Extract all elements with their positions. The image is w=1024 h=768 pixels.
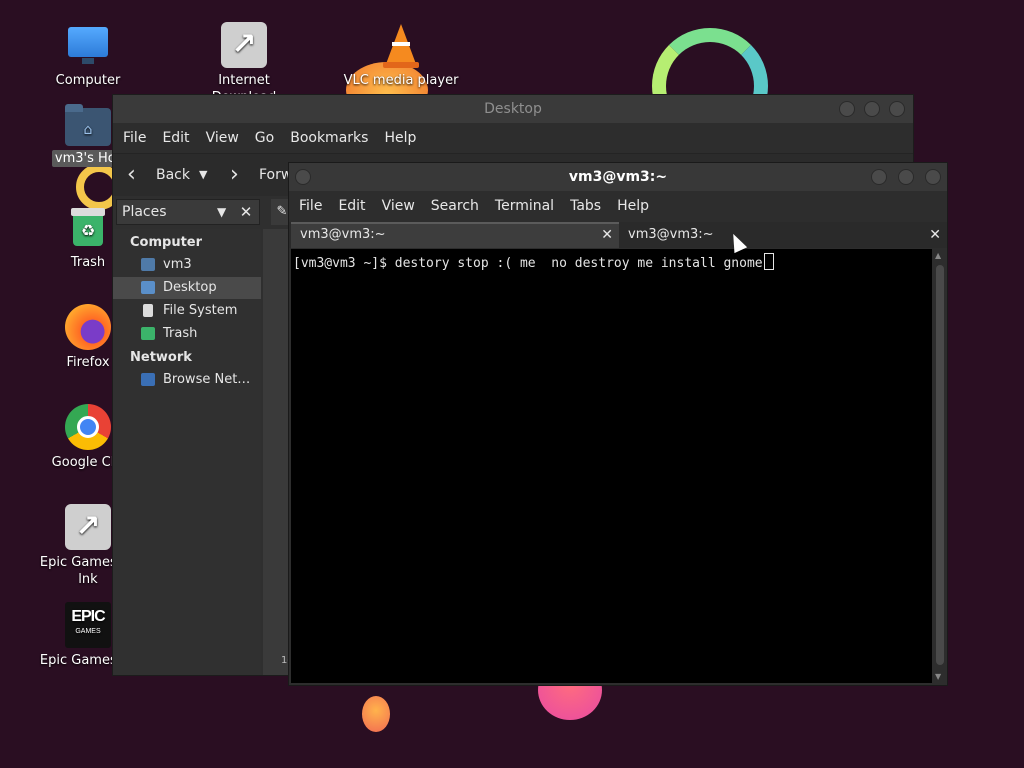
shortcut-arrow-icon: ↗ xyxy=(65,504,111,550)
chrome-icon xyxy=(65,404,111,450)
places-sidebar: Computer vm3 Desktop File System Trash N… xyxy=(113,229,261,675)
menu-tabs[interactable]: Tabs xyxy=(562,191,609,221)
sidebar-item-vm3[interactable]: vm3 xyxy=(113,254,261,276)
shortcut-arrow-icon: ↗ xyxy=(221,22,267,68)
sidebar-item-label: File System xyxy=(163,303,238,318)
console-line: [vm3@vm3 ~]$ destory stop :( me no destr… xyxy=(293,253,774,271)
close-button[interactable] xyxy=(889,101,905,117)
menu-go[interactable]: Go xyxy=(247,123,282,153)
menu-edit[interactable]: Edit xyxy=(330,191,373,221)
tab-close-icon[interactable]: ✕ xyxy=(929,222,941,248)
wallpaper-blob xyxy=(362,696,390,732)
chevron-down-icon: ▼ xyxy=(217,205,227,219)
tab-label: vm3@vm3:~ xyxy=(628,227,714,242)
terminal-console[interactable]: [vm3@vm3 ~]$ destory stop :( me no destr… xyxy=(291,249,932,683)
sidebar-group-network: Network xyxy=(130,350,192,365)
sidebar-item-label: vm3 xyxy=(163,257,192,272)
terminal-tab-bar: vm3@vm3:~ ✕ vm3@vm3:~ ✕ xyxy=(289,222,947,248)
scrollbar-thumb[interactable] xyxy=(936,265,944,665)
home-folder-icon xyxy=(141,258,155,271)
sidebar-item-label: Trash xyxy=(163,326,198,341)
menu-view[interactable]: View xyxy=(198,123,247,153)
terminal-titlebar[interactable]: vm3@vm3:~ xyxy=(289,163,947,191)
vlc-cone-icon xyxy=(378,22,424,68)
window-menu-button[interactable] xyxy=(295,169,311,185)
close-button[interactable] xyxy=(925,169,941,185)
trash-icon: ♻ xyxy=(65,204,111,250)
maximize-button[interactable] xyxy=(864,101,880,117)
text-cursor xyxy=(763,253,774,270)
sidebar-header-label: Places xyxy=(122,204,167,220)
terminal-menubar: File Edit View Search Terminal Tabs Help xyxy=(289,191,947,221)
menu-file[interactable]: File xyxy=(291,191,330,221)
file-manager-titlebar[interactable]: Desktop xyxy=(113,95,913,123)
minimize-button[interactable] xyxy=(871,169,887,185)
window-title: vm3@vm3:~ xyxy=(568,169,668,185)
sidebar-close-icon[interactable]: ✕ xyxy=(234,199,258,225)
menu-bookmarks[interactable]: Bookmarks xyxy=(282,123,376,153)
scroll-up-icon[interactable]: ▲ xyxy=(935,251,941,260)
scroll-down-icon[interactable]: ▼ xyxy=(935,672,941,681)
sidebar-item-file-system[interactable]: File System xyxy=(113,300,261,322)
epic-games-icon: EPIC GAMES xyxy=(65,602,111,648)
menu-view[interactable]: View xyxy=(374,191,423,221)
tab-label: vm3@vm3:~ xyxy=(300,227,386,242)
trash-icon xyxy=(141,327,155,340)
menu-terminal[interactable]: Terminal xyxy=(487,191,562,221)
file-view-area[interactable] xyxy=(263,229,291,675)
maximize-button[interactable] xyxy=(898,169,914,185)
back-arrow-icon[interactable]: ‹ xyxy=(127,154,136,196)
minimize-button[interactable] xyxy=(839,101,855,117)
sidebar-item-desktop[interactable]: Desktop xyxy=(113,277,261,299)
menu-help[interactable]: Help xyxy=(376,123,424,153)
terminal-tab-1[interactable]: vm3@vm3:~ ✕ xyxy=(291,222,619,248)
desktop-folder-icon xyxy=(141,281,155,294)
window-title: Desktop xyxy=(484,101,542,117)
history-dropdown-icon[interactable]: ▼ xyxy=(199,154,207,196)
sidebar-item-trash[interactable]: Trash xyxy=(113,323,261,345)
computer-icon xyxy=(65,22,111,68)
desktop-icon-label: Computer xyxy=(55,73,121,88)
menu-help[interactable]: Help xyxy=(609,191,657,221)
tab-close-icon[interactable]: ✕ xyxy=(601,224,613,246)
terminal-window[interactable]: vm3@vm3:~ File Edit View Search Terminal… xyxy=(288,162,948,686)
file-system-icon xyxy=(143,304,153,317)
desktop-icon-computer[interactable]: Computer xyxy=(28,22,148,89)
sidebar-item-label: Desktop xyxy=(163,280,217,295)
forward-arrow-icon[interactable]: › xyxy=(230,154,239,196)
terminal-tab-2[interactable]: vm3@vm3:~ ✕ xyxy=(619,222,947,248)
menu-search[interactable]: Search xyxy=(423,191,487,221)
network-icon xyxy=(141,373,155,386)
home-folder-icon: ⌂ xyxy=(65,104,111,146)
menu-file[interactable]: File xyxy=(115,123,154,153)
console-text: [vm3@vm3 ~]$ destory stop :( me no destr… xyxy=(293,256,763,271)
sidebar-item-browse-network[interactable]: Browse Net… xyxy=(113,369,261,391)
back-button[interactable]: Back xyxy=(156,154,190,196)
sidebar-group-computer: Computer xyxy=(130,235,203,250)
file-manager-menubar: File Edit View Go Bookmarks Help xyxy=(113,123,913,153)
terminal-scrollbar[interactable]: ▲ ▼ xyxy=(933,249,947,683)
desktop-icon-label: VLC media player xyxy=(343,73,459,88)
menu-edit[interactable]: Edit xyxy=(154,123,197,153)
firefox-icon xyxy=(65,304,111,350)
desktop-icon-vlc[interactable]: VLC media player xyxy=(341,22,461,89)
sidebar-item-label: Browse Net… xyxy=(163,372,251,387)
